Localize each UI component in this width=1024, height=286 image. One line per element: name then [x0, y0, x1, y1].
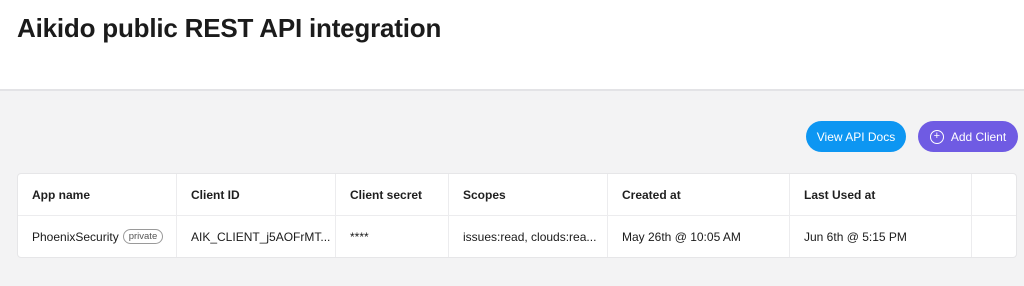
- main-content: View API Docs + Add Client App name Clie…: [0, 91, 1024, 286]
- column-header-actions: [972, 174, 1016, 215]
- column-header-last-used-at[interactable]: Last Used at: [790, 174, 972, 215]
- private-badge: private: [122, 229, 164, 244]
- column-header-client-secret[interactable]: Client secret: [336, 174, 449, 215]
- app-name: PhoenixSecurity: [32, 229, 119, 244]
- column-header-scopes[interactable]: Scopes: [449, 174, 608, 215]
- page-header: Aikido public REST API integration: [0, 0, 1024, 89]
- scopes-cell: issues:read, clouds:rea...: [449, 216, 608, 257]
- created-at-cell: May 26th @ 10:05 AM: [608, 216, 790, 257]
- page-title: Aikido public REST API integration: [17, 13, 442, 43]
- add-client-label: Add Client: [950, 129, 1007, 144]
- view-api-docs-button[interactable]: View API Docs: [806, 121, 906, 152]
- add-client-button[interactable]: + Add Client: [918, 121, 1018, 152]
- client-secret-cell: ****: [336, 216, 449, 257]
- column-header-created-at[interactable]: Created at: [608, 174, 790, 215]
- row-actions-cell[interactable]: [972, 216, 1016, 257]
- column-header-app-name[interactable]: App name: [18, 174, 177, 215]
- api-clients-table: App name Client ID Client secret Scopes …: [17, 173, 1017, 258]
- view-api-docs-label: View API Docs: [816, 129, 896, 144]
- table-header-row: App name Client ID Client secret Scopes …: [18, 174, 1016, 216]
- client-id-cell[interactable]: AIK_CLIENT_j5AOFrMT...: [177, 216, 336, 257]
- app-name-cell: PhoenixSecurity private: [18, 216, 177, 257]
- table-row[interactable]: PhoenixSecurity private AIK_CLIENT_j5AOF…: [18, 216, 1016, 257]
- last-used-at-cell: Jun 6th @ 5:15 PM: [790, 216, 972, 257]
- column-header-client-id[interactable]: Client ID: [177, 174, 336, 215]
- plus-circle-icon: +: [929, 129, 944, 144]
